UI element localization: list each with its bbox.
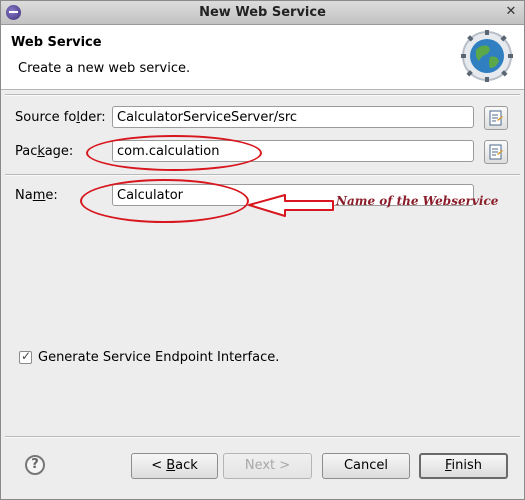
- cancel-button[interactable]: Cancel: [322, 453, 410, 479]
- name-label: Name:: [15, 188, 58, 203]
- browse-icon: [489, 144, 503, 160]
- title-bar: New Web Service ✕: [1, 1, 524, 25]
- footer-separator: [5, 436, 520, 438]
- window-title: New Web Service: [199, 5, 326, 20]
- package-label: Package:: [15, 144, 74, 159]
- browse-icon: [489, 110, 503, 126]
- wizard-header: Web Service Create a new web service.: [1, 25, 524, 90]
- new-web-service-dialog: New Web Service ✕ Web Service Create a n…: [0, 0, 525, 500]
- generate-sei-checkbox[interactable]: [19, 349, 32, 364]
- page-title: Web Service: [11, 35, 102, 50]
- source-folder-browse-button[interactable]: [484, 106, 508, 130]
- annotation-text: Name of the Webservice: [336, 194, 499, 208]
- form-separator: [5, 174, 520, 176]
- generate-sei-label: Generate Service Endpoint Interface.: [38, 350, 280, 365]
- package-highlight-ellipse: [86, 135, 262, 171]
- globe-icon: [461, 30, 513, 82]
- help-icon[interactable]: ?: [25, 455, 45, 475]
- close-icon[interactable]: ✕: [503, 4, 519, 20]
- page-description: Create a new web service.: [18, 61, 191, 76]
- finish-button[interactable]: Finish: [419, 453, 508, 479]
- annotation-arrow: [248, 194, 334, 217]
- package-browse-button[interactable]: [484, 140, 508, 164]
- name-highlight-ellipse: [80, 179, 249, 223]
- back-button[interactable]: < Back: [131, 453, 218, 479]
- source-folder-field[interactable]: [112, 106, 474, 128]
- source-folder-label: Source folder:: [15, 110, 106, 125]
- next-button[interactable]: Next >: [223, 453, 312, 479]
- header-separator: [5, 94, 520, 96]
